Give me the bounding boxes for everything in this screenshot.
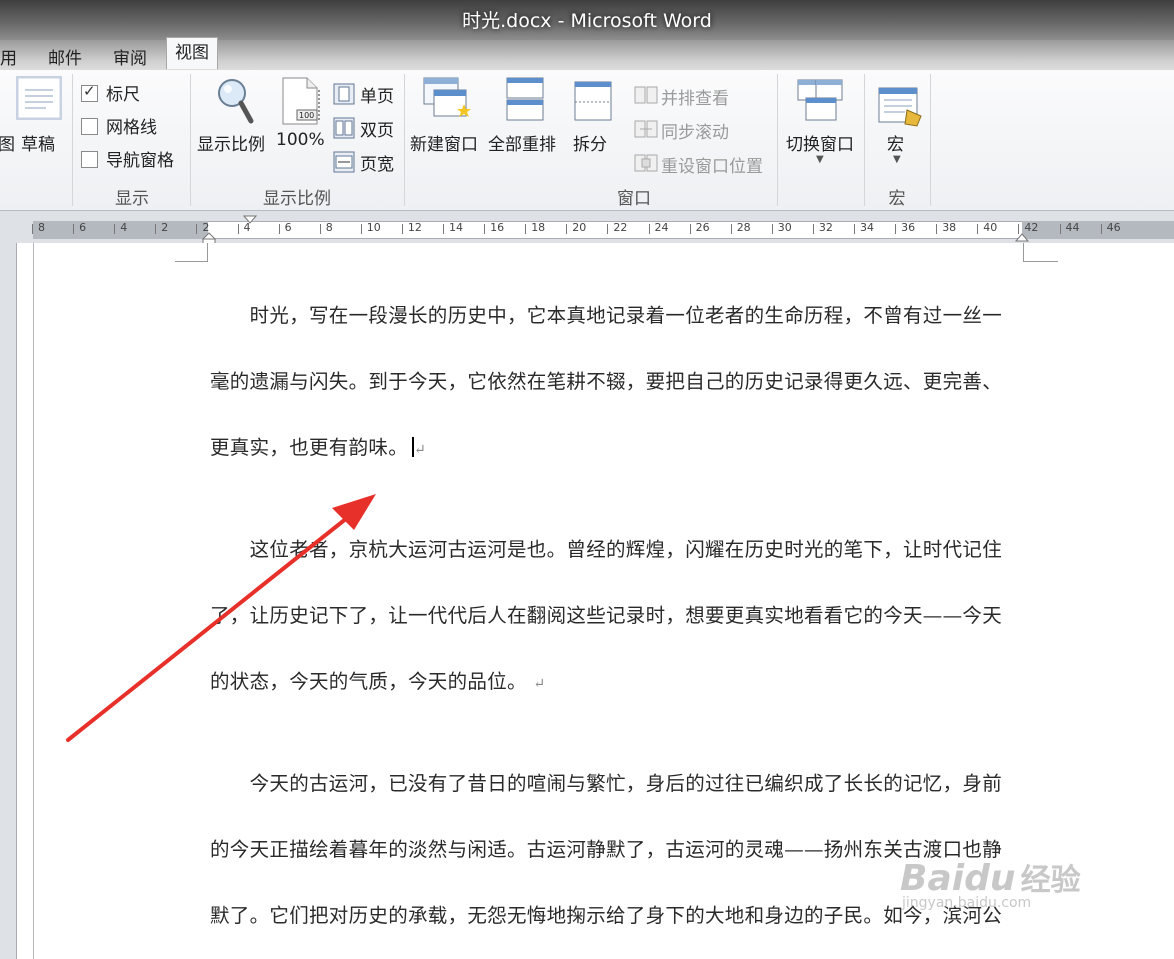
watermark-product: 经验 [1020,863,1081,898]
annotation-arrow [66,494,376,742]
watermark-brand-2: du [964,858,1016,899]
watermark-brand: Bai [900,858,965,899]
watermark: Baidu 经验 jingyan.baidu.com [900,855,1081,911]
arrow-shaft [66,512,354,742]
